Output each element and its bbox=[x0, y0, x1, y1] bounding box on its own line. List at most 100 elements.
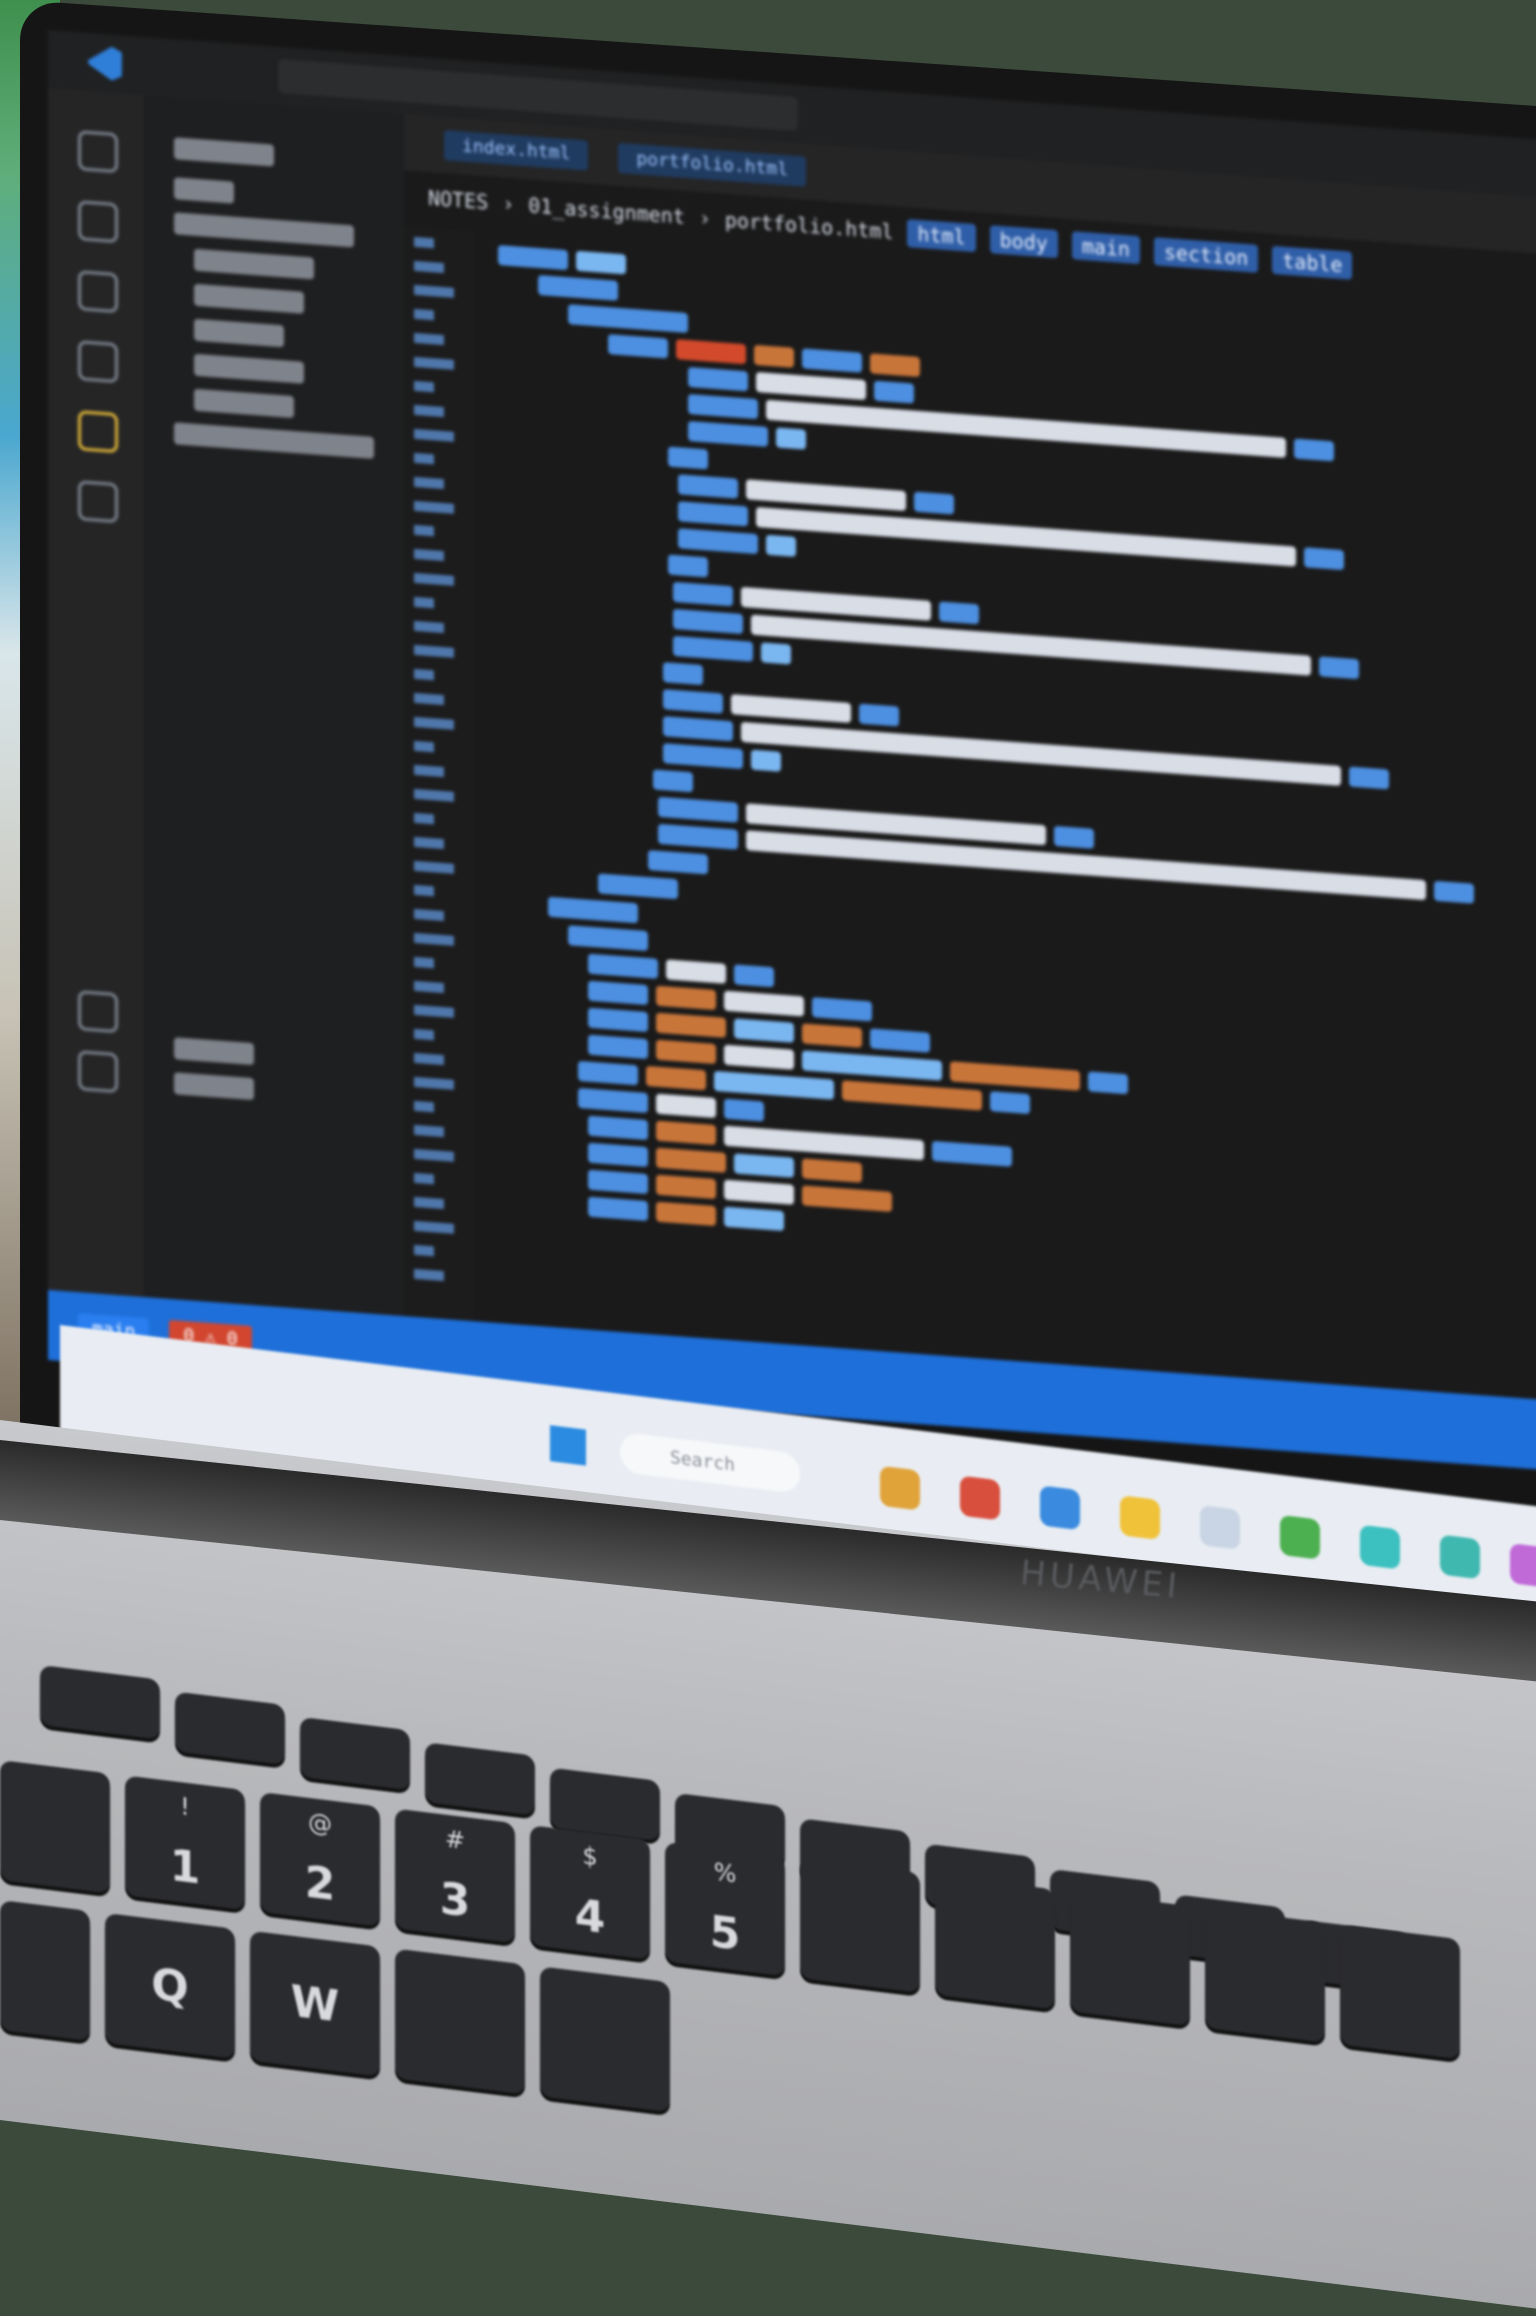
remote-icon[interactable] bbox=[78, 480, 118, 524]
key-2[interactable]: @ 2 bbox=[260, 1791, 380, 1927]
timeline-section[interactable] bbox=[174, 1072, 254, 1101]
esc-key[interactable] bbox=[40, 1664, 160, 1740]
key-9[interactable] bbox=[1205, 1907, 1325, 2043]
key-1-shift-label: ! bbox=[180, 1792, 190, 1822]
store-app-icon[interactable] bbox=[1360, 1524, 1400, 1570]
tab-index[interactable]: index.html bbox=[444, 130, 589, 171]
chrome-app-icon[interactable] bbox=[1280, 1514, 1320, 1560]
code-token bbox=[1349, 766, 1389, 790]
explorer-row[interactable] bbox=[174, 212, 354, 248]
source-control-icon[interactable] bbox=[78, 270, 118, 314]
chevron-right-icon: › bbox=[502, 191, 515, 217]
line-number bbox=[414, 716, 454, 730]
explorer-icon[interactable] bbox=[78, 130, 118, 174]
code-token bbox=[724, 990, 804, 1017]
code-line bbox=[548, 895, 638, 926]
code-line bbox=[653, 767, 693, 794]
edge-app-icon[interactable] bbox=[1040, 1485, 1080, 1531]
explorer-row[interactable] bbox=[194, 388, 294, 419]
line-number bbox=[414, 956, 434, 969]
code-editor[interactable] bbox=[478, 232, 1536, 1402]
breadcrumb-item[interactable]: 01_assignment bbox=[528, 193, 685, 228]
key-4-label: 4 bbox=[574, 1889, 606, 1945]
taskbar-search[interactable]: Search bbox=[620, 1431, 800, 1494]
file-explorer-icon[interactable] bbox=[1120, 1495, 1160, 1541]
code-token bbox=[756, 506, 1296, 567]
code-token bbox=[724, 1044, 794, 1070]
breadcrumb-item[interactable]: section bbox=[1153, 237, 1259, 273]
key-4[interactable]: $ 4 bbox=[530, 1825, 650, 1960]
key-5[interactable]: % 5 bbox=[665, 1841, 785, 1977]
settings-gear-icon[interactable] bbox=[78, 1050, 118, 1094]
code-token bbox=[588, 1142, 648, 1168]
breadcrumb-item[interactable]: table bbox=[1272, 245, 1353, 280]
code-token bbox=[568, 925, 648, 952]
breadcrumb-item[interactable]: body bbox=[989, 225, 1058, 259]
account-icon[interactable] bbox=[78, 990, 118, 1034]
f1-key[interactable] bbox=[175, 1691, 285, 1765]
windows-start-icon[interactable] bbox=[550, 1425, 586, 1466]
code-token bbox=[724, 1179, 794, 1205]
breadcrumb-item[interactable]: main bbox=[1071, 231, 1140, 265]
key-r[interactable] bbox=[540, 1966, 670, 2113]
activity-bar bbox=[48, 88, 144, 1298]
line-number bbox=[414, 812, 434, 825]
code-token bbox=[663, 716, 733, 742]
outline-section[interactable] bbox=[174, 1037, 254, 1066]
code-token bbox=[673, 581, 733, 607]
key-6[interactable] bbox=[800, 1858, 920, 1993]
line-number bbox=[414, 620, 444, 634]
breadcrumb-item[interactable]: NOTES bbox=[428, 186, 488, 214]
weather-app-icon[interactable] bbox=[880, 1465, 920, 1511]
code-token bbox=[688, 366, 748, 392]
explorer-row[interactable] bbox=[174, 422, 374, 459]
breadcrumb-item[interactable]: portfolio.html bbox=[725, 208, 894, 244]
tab-key[interactable] bbox=[0, 1900, 90, 2042]
code-token bbox=[1319, 656, 1359, 680]
key-0[interactable] bbox=[1340, 1924, 1460, 2060]
key-w[interactable]: W bbox=[250, 1930, 380, 2077]
key-7[interactable] bbox=[935, 1874, 1055, 2010]
code-line bbox=[568, 302, 688, 335]
f3-key[interactable] bbox=[425, 1742, 535, 1816]
breadcrumb-item[interactable]: html bbox=[907, 219, 976, 253]
explorer-row[interactable] bbox=[194, 283, 304, 314]
code-token bbox=[548, 896, 638, 924]
code-token bbox=[676, 339, 746, 365]
key-1[interactable]: ! 1 bbox=[125, 1775, 245, 1911]
key-e[interactable] bbox=[395, 1948, 525, 2095]
explorer-row[interactable] bbox=[194, 248, 314, 280]
explorer-row[interactable] bbox=[194, 318, 284, 348]
key-5-shift-label: % bbox=[713, 1857, 737, 1889]
line-number bbox=[414, 1028, 434, 1041]
line-number bbox=[414, 860, 454, 874]
code-token bbox=[776, 427, 806, 450]
line-number bbox=[414, 740, 434, 753]
key-q[interactable]: Q bbox=[105, 1912, 235, 2059]
explorer-row[interactable] bbox=[174, 177, 234, 204]
code-token bbox=[874, 380, 914, 404]
line-number bbox=[414, 1148, 454, 1162]
key-2-shift-label: @ bbox=[308, 1807, 332, 1839]
f2-key[interactable] bbox=[300, 1716, 410, 1791]
explorer-row[interactable] bbox=[174, 137, 274, 167]
code-line bbox=[598, 871, 678, 901]
explorer-row[interactable] bbox=[194, 353, 304, 384]
vscode-taskbar-icon[interactable] bbox=[1440, 1534, 1480, 1580]
key-3[interactable]: # 3 bbox=[395, 1808, 515, 1944]
line-number bbox=[414, 788, 454, 802]
run-debug-icon[interactable] bbox=[78, 410, 118, 454]
key-2-label: 2 bbox=[304, 1856, 336, 1912]
search-icon[interactable] bbox=[78, 200, 118, 244]
copilot-app-icon[interactable] bbox=[960, 1475, 1000, 1521]
app-icon[interactable] bbox=[1510, 1543, 1536, 1588]
backtick-key[interactable] bbox=[0, 1760, 110, 1894]
line-number bbox=[414, 596, 434, 609]
line-number bbox=[414, 1076, 454, 1090]
tab-portfolio[interactable]: portfolio.html bbox=[618, 142, 807, 187]
mail-app-icon[interactable] bbox=[1200, 1504, 1240, 1550]
key-8[interactable] bbox=[1070, 1891, 1190, 2027]
extensions-icon[interactable] bbox=[78, 340, 118, 384]
line-number bbox=[414, 404, 444, 418]
code-token bbox=[741, 721, 1341, 786]
